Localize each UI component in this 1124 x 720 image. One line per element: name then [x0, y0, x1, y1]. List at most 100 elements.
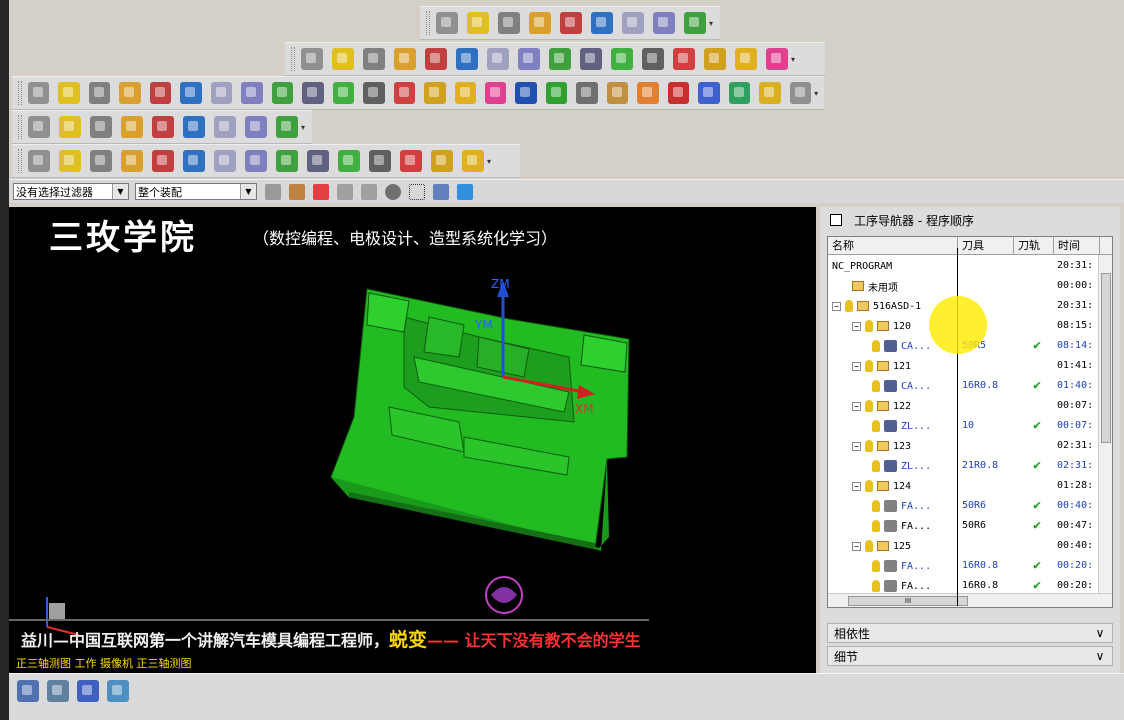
clipboard-icon[interactable] — [487, 48, 509, 70]
navigator-row[interactable]: NC_PROGRAM 20:31: — [828, 256, 1098, 276]
align-icon[interactable] — [436, 12, 458, 34]
clock-icon[interactable] — [684, 12, 706, 34]
collapse-icon[interactable]: − — [852, 541, 861, 551]
chevron-down-icon[interactable]: ▼ — [112, 184, 128, 199]
view-c-icon[interactable] — [77, 680, 99, 702]
toolbar-grip[interactable] — [18, 115, 22, 139]
lego-icon[interactable] — [484, 82, 507, 104]
view-b-icon[interactable] — [47, 680, 69, 702]
navigator-row[interactable]: − 121 01:41: — [828, 356, 1098, 376]
dependencies-section[interactable]: 相依性 ∨ — [827, 623, 1113, 643]
truss-icon[interactable] — [149, 82, 172, 104]
verify-icon[interactable] — [456, 48, 478, 70]
navigator-checkbox[interactable] — [830, 214, 842, 226]
layer-c-icon[interactable] — [90, 150, 112, 172]
sparkle-icon[interactable] — [549, 48, 571, 70]
hand-icon[interactable] — [498, 12, 520, 34]
box-orange-icon[interactable] — [27, 82, 50, 104]
chevron-down-icon[interactable]: ▼ — [240, 184, 256, 199]
batch-icon[interactable] — [704, 48, 726, 70]
navigator-row[interactable]: ZL... 10 ✔ 00:07: — [828, 416, 1098, 436]
sheet-b-icon[interactable] — [338, 150, 360, 172]
cubes-icon[interactable] — [606, 82, 629, 104]
plane-icon[interactable] — [180, 82, 202, 104]
tool-clock-icon[interactable] — [580, 48, 602, 70]
layer-a-icon[interactable] — [28, 150, 50, 172]
table-icon[interactable] — [394, 48, 416, 70]
navigator-tree[interactable]: 名称 刀具 刀轨 时间 NC_PROGRAM 20:31: 未用项 00:00: − 51… — [827, 236, 1113, 608]
vertical-scroll-thumb[interactable] — [1101, 273, 1111, 443]
navigator-row[interactable]: − 125 00:40: — [828, 536, 1098, 556]
sheet-c-icon[interactable] — [369, 150, 391, 172]
tube-icon[interactable] — [698, 82, 720, 104]
navigator-row[interactable]: FA... 50R6 ✔ 00:40: — [828, 496, 1098, 516]
render-icon[interactable] — [433, 183, 449, 200]
snap-point-icon[interactable] — [289, 183, 305, 200]
collapse-icon[interactable]: − — [832, 301, 841, 311]
bar-green2-icon[interactable] — [789, 82, 812, 104]
ops-icon[interactable] — [332, 48, 354, 70]
collapse-icon[interactable]: − — [852, 401, 861, 411]
stack-grey-icon[interactable] — [576, 82, 598, 104]
cube-select-icon[interactable] — [457, 183, 473, 200]
layer-b-icon[interactable] — [59, 150, 81, 172]
cube-green-icon[interactable] — [766, 48, 788, 70]
layers-blue-icon[interactable] — [90, 116, 112, 138]
toolbar-grip[interactable] — [18, 81, 22, 105]
sheet-e-icon[interactable] — [431, 150, 453, 172]
calculator-icon[interactable] — [214, 116, 236, 138]
moon-icon[interactable] — [245, 116, 267, 138]
cylinder-icon[interactable] — [332, 82, 355, 104]
wrench-box-icon[interactable] — [119, 82, 141, 104]
stack-icon[interactable] — [529, 12, 551, 34]
horizontal-scroll-thumb[interactable]: III — [848, 596, 968, 606]
matrix-icon[interactable] — [276, 116, 298, 138]
pipe-icon[interactable] — [454, 82, 476, 104]
toolbar-overflow-icon[interactable]: ▾ — [791, 55, 795, 64]
column-time[interactable]: 时间 — [1054, 237, 1100, 254]
rainbow-icon[interactable] — [302, 82, 324, 104]
shop-doc-icon[interactable] — [673, 48, 695, 70]
layers-icon[interactable] — [545, 82, 568, 104]
toolbar-grip[interactable] — [426, 11, 430, 35]
toolbar-grip[interactable] — [18, 149, 22, 173]
postprocess-icon[interactable] — [642, 48, 664, 70]
toolbar-overflow-icon[interactable]: ▾ — [487, 157, 491, 166]
assembly-scope-select[interactable]: 整个装配 ▼ — [135, 183, 257, 200]
wire-cube-icon[interactable] — [271, 82, 294, 104]
vertical-scrollbar[interactable] — [1098, 255, 1112, 595]
collapse-icon[interactable]: − — [852, 441, 861, 451]
ruler-icon[interactable] — [393, 82, 416, 104]
circle-cube-icon[interactable] — [241, 82, 263, 104]
view-a-icon[interactable] — [17, 680, 39, 702]
program-icon[interactable] — [363, 48, 385, 70]
prt-icon[interactable] — [515, 82, 537, 104]
folder-icon[interactable] — [121, 116, 143, 138]
monitor-icon[interactable] — [152, 116, 174, 138]
swap-x-icon[interactable] — [210, 82, 233, 104]
sheet-d-icon[interactable] — [400, 150, 422, 172]
navigator-row[interactable]: 未用项 00:00: — [828, 276, 1098, 296]
navigator-row[interactable]: − 124 01:28: — [828, 476, 1098, 496]
mold-part-model[interactable]: ZM YM XM — [9, 207, 816, 673]
note-icon[interactable] — [183, 116, 205, 138]
cross-icon[interactable] — [121, 150, 143, 172]
grid-icon[interactable] — [591, 12, 613, 34]
snap-center-icon[interactable] — [385, 183, 401, 200]
box-red-icon[interactable] — [58, 82, 80, 104]
down-arrow-icon[interactable] — [276, 150, 298, 172]
hand-up-icon[interactable] — [560, 12, 582, 34]
snap-icon[interactable] — [183, 150, 205, 172]
column-name[interactable]: 名称 — [828, 237, 958, 254]
graphics-viewport[interactable]: 三玫学院 （数控编程、电极设计、造型系统化学习） ZM YM XM 益川—中国互… — [9, 207, 816, 673]
navigator-row[interactable]: FA... 50R6 ✔ 00:47: — [828, 516, 1098, 536]
export-icon[interactable] — [611, 48, 633, 70]
select-assembly-icon[interactable] — [265, 183, 281, 200]
details-section[interactable]: 细节 ∨ — [827, 646, 1113, 666]
up-arrow-icon[interactable] — [245, 150, 267, 172]
box-yellow-icon[interactable] — [88, 82, 111, 104]
navigator-row[interactable]: CA... 16R0.8 ✔ 01:40: — [828, 376, 1098, 396]
collapse-icon[interactable]: − — [852, 321, 861, 331]
plus-icon[interactable] — [214, 150, 236, 172]
output-icon[interactable] — [735, 48, 757, 70]
